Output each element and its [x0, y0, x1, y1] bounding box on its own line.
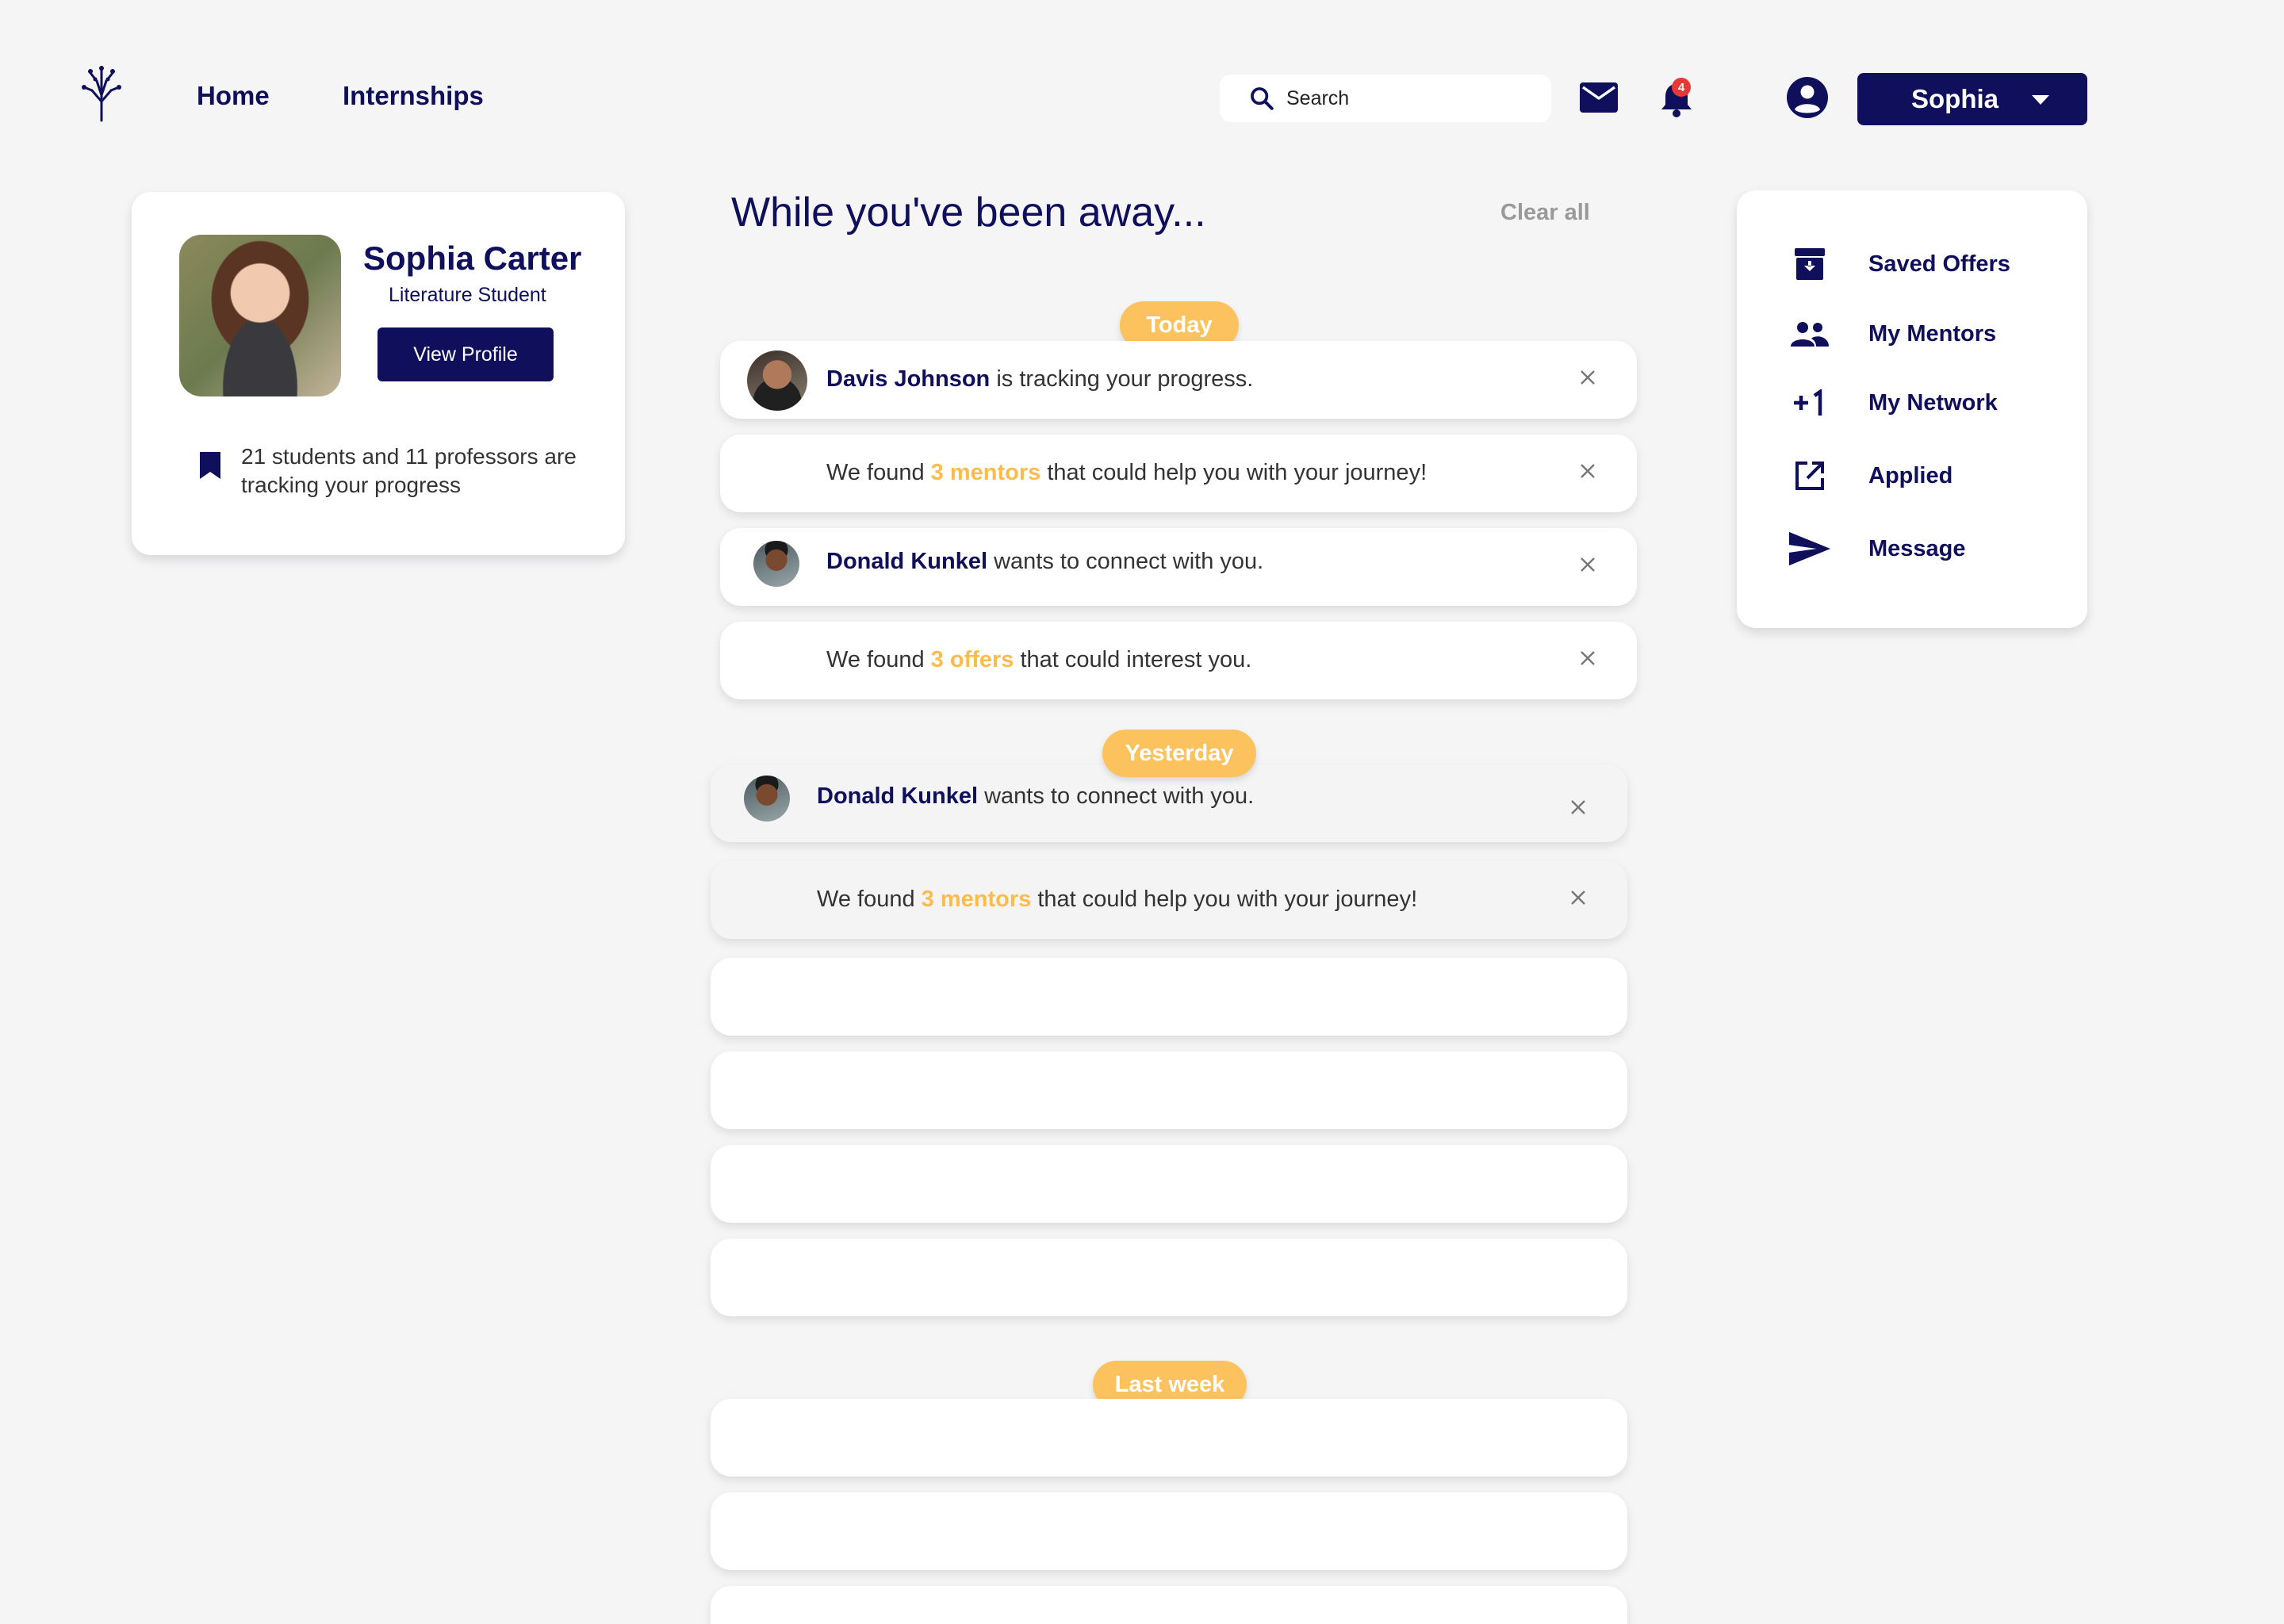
notification-placeholder: [711, 1492, 1627, 1570]
notification-text: that could help you with your journey!: [1040, 460, 1428, 485]
notification-placeholder: [711, 1051, 1627, 1129]
profile-role: Literature Student: [389, 284, 546, 306]
close-icon[interactable]: [1578, 555, 1597, 574]
open-in-new-icon: [1789, 455, 1830, 496]
notification-placeholder: [711, 1145, 1627, 1223]
notification-placeholder: [711, 958, 1627, 1036]
profile-name: Sophia Carter: [363, 239, 582, 277]
sidebar-item-label: Message: [1868, 535, 1966, 561]
notification-text: We found: [826, 460, 931, 485]
notification-person[interactable]: Donald Kunkel: [817, 783, 978, 809]
notification-placeholder: [711, 1586, 1627, 1624]
tracking-text: 21 students and 11 professors are tracki…: [241, 444, 577, 497]
notification-person[interactable]: Davis Johnson: [826, 366, 990, 392]
sidebar-item-applied[interactable]: Applied: [1737, 452, 2087, 500]
nav-internships[interactable]: Internships: [343, 81, 484, 111]
offers-link[interactable]: 3 offers: [931, 647, 1014, 672]
chevron-down-icon: [2032, 95, 2049, 105]
notification-text: We found: [817, 887, 922, 912]
notification-item[interactable]: We found 3 mentors that could help you w…: [720, 435, 1637, 512]
search-icon: [1251, 87, 1274, 110]
account-circle-icon[interactable]: [1786, 76, 1829, 119]
notification-item[interactable]: Donald Kunkel wants to connect with you.: [720, 528, 1637, 606]
sidebar-item-label: Applied: [1868, 462, 1953, 488]
sidebar-item-label: My Mentors: [1868, 320, 1997, 347]
close-icon[interactable]: [1578, 649, 1597, 668]
notification-placeholder: [711, 1239, 1627, 1316]
notification-item[interactable]: Davis Johnson is tracking your progress.: [720, 341, 1637, 419]
nav-home[interactable]: Home: [197, 81, 270, 111]
profile-photo[interactable]: [179, 235, 341, 396]
bookmark-icon: [200, 452, 220, 479]
close-icon[interactable]: [1569, 888, 1588, 907]
logo-tree-icon[interactable]: [79, 63, 124, 122]
close-icon[interactable]: [1578, 368, 1597, 387]
sidebar-item-my-network[interactable]: My Network: [1737, 379, 2087, 427]
user-name: Sophia: [1911, 84, 1999, 113]
search-input[interactable]: [1286, 86, 1524, 110]
notification-person[interactable]: Donald Kunkel: [826, 549, 987, 574]
notification-item[interactable]: We found 3 mentors that could help you w…: [711, 861, 1627, 939]
notification-text: We found: [826, 647, 931, 672]
notification-text: is tracking your progress.: [990, 366, 1254, 392]
notification-text: that could help you with your journey!: [1031, 887, 1418, 912]
sidebar-item-label: My Network: [1868, 389, 1998, 416]
avatar[interactable]: [753, 541, 799, 587]
notification-placeholder: [711, 1399, 1627, 1477]
quick-links-card: Saved Offers My Mentors My Network Appli…: [1737, 190, 2087, 628]
mail-icon[interactable]: [1580, 82, 1618, 113]
close-icon[interactable]: [1569, 798, 1588, 817]
avatar[interactable]: [744, 776, 790, 822]
clear-all-button[interactable]: Clear all: [1500, 200, 1590, 226]
close-icon[interactable]: [1578, 462, 1597, 481]
mentors-link[interactable]: 3 mentors: [922, 887, 1032, 912]
plus-one-icon: [1789, 382, 1830, 423]
notification-badge: 4: [1672, 78, 1691, 97]
notification-text: that could interest you.: [1014, 647, 1252, 672]
feed-title: While you've been away...: [731, 190, 1206, 236]
group-label-yesterday: Yesterday: [1102, 730, 1256, 777]
avatar[interactable]: [747, 350, 807, 411]
sidebar-item-my-mentors[interactable]: My Mentors: [1737, 310, 2087, 358]
sidebar-item-message[interactable]: Message: [1737, 525, 2087, 573]
notification-text: wants to connect with you.: [978, 783, 1255, 809]
notification-text: wants to connect with you.: [987, 549, 1264, 574]
search-bar[interactable]: [1220, 75, 1551, 122]
mentors-link[interactable]: 3 mentors: [931, 460, 1041, 485]
sidebar-item-saved-offers[interactable]: Saved Offers: [1737, 240, 2087, 288]
view-profile-button[interactable]: View Profile: [377, 327, 554, 381]
people-icon: [1789, 313, 1830, 354]
notification-item[interactable]: We found 3 offers that could interest yo…: [720, 622, 1637, 699]
send-icon: [1789, 528, 1830, 569]
user-menu-button[interactable]: Sophia: [1857, 73, 2087, 125]
archive-icon: [1789, 243, 1830, 285]
profile-card: Sophia Carter Literature Student View Pr…: [132, 192, 625, 555]
sidebar-item-label: Saved Offers: [1868, 251, 2010, 277]
